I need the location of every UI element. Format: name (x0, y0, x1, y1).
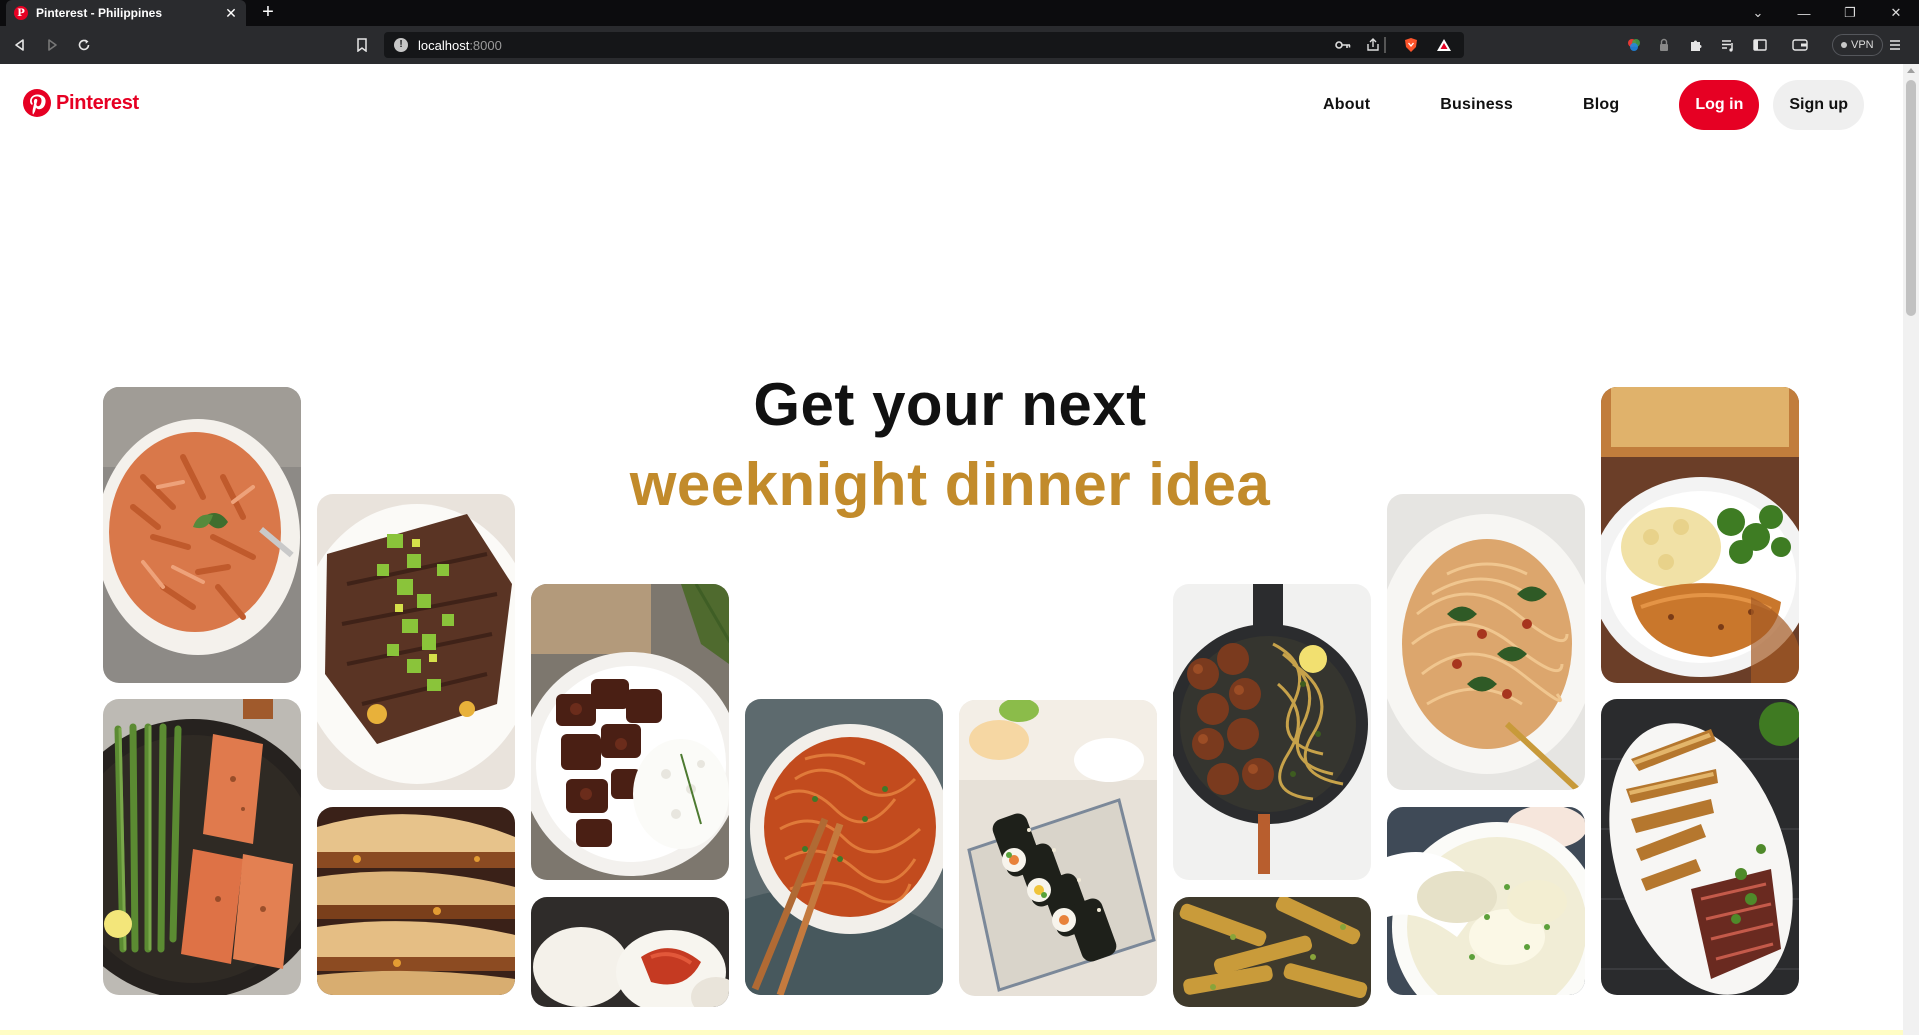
browser-tab[interactable]: P Pinterest - Philippines ✕ (6, 0, 246, 26)
pinterest-logo-icon (23, 89, 51, 117)
address-bar[interactable]: ! localhost:8000 (384, 32, 1464, 58)
color-extension-icon[interactable] (1622, 33, 1646, 57)
site-info-icon[interactable]: ! (394, 38, 408, 52)
zucchini-fries-pin[interactable] (1173, 897, 1371, 1007)
url-text: localhost:8000 (418, 38, 502, 53)
steak-avocado-salsa-pin[interactable] (317, 494, 515, 790)
tab-title: Pinterest - Philippines (36, 6, 163, 20)
forward-icon[interactable] (40, 33, 64, 57)
pinterest-logo[interactable]: Pinterest (22, 88, 139, 118)
penne-pasta-pin[interactable] (103, 387, 301, 683)
tab-search-chevron-icon[interactable]: ⌄ (1738, 0, 1778, 26)
wonton-soup-pin[interactable] (1387, 807, 1585, 995)
key-icon[interactable] (1334, 36, 1352, 54)
vpn-button[interactable]: VPN (1832, 34, 1883, 56)
signup-button[interactable]: Sign up (1773, 80, 1864, 130)
chicken-mash-pin[interactable] (1601, 387, 1799, 683)
close-tab-icon[interactable]: ✕ (224, 5, 238, 22)
browser-toolbar: ! localhost:8000 VPN (0, 26, 1919, 64)
extensions-puzzle-icon[interactable] (1684, 33, 1708, 57)
brave-rewards-icon[interactable] (1435, 36, 1453, 54)
omnibox-divider (1384, 37, 1386, 53)
steak-potato-wedges-pin[interactable] (1601, 699, 1799, 995)
browser-tab-strip: P Pinterest - Philippines ✕ + ⌄ — ❐ ✕ (0, 0, 1919, 26)
nav-blog-link[interactable]: Blog (1548, 96, 1654, 114)
lock-extension-icon[interactable] (1652, 33, 1676, 57)
spicy-noodles-pin[interactable] (745, 699, 943, 995)
sidebar-icon[interactable] (1748, 33, 1772, 57)
scroll-thumb[interactable] (1906, 80, 1916, 316)
bottom-banner-strip (0, 1030, 1903, 1035)
back-icon[interactable] (8, 33, 32, 57)
brave-shields-icon[interactable] (1402, 36, 1420, 54)
crunchwrap-pin[interactable] (317, 807, 515, 995)
media-queue-icon[interactable] (1716, 33, 1740, 57)
menu-icon[interactable] (1883, 33, 1907, 57)
restore-button[interactable]: ❐ (1830, 0, 1870, 26)
top-nav: About Business Blog Log in Sign up (1288, 80, 1864, 130)
vpn-status-dot (1841, 42, 1847, 48)
pinterest-favicon-icon: P (14, 6, 28, 20)
nav-about-link[interactable]: About (1288, 96, 1405, 114)
bookmark-icon[interactable] (350, 33, 374, 57)
creamy-spaghetti-pin[interactable] (1387, 494, 1585, 790)
nav-business-link[interactable]: Business (1405, 96, 1548, 114)
close-window-button[interactable]: ✕ (1876, 0, 1916, 26)
minimize-button[interactable]: — (1784, 0, 1824, 26)
new-tab-button[interactable]: + (256, 1, 280, 23)
reload-icon[interactable] (72, 33, 96, 57)
meatballs-zoodles-pin[interactable] (1173, 584, 1371, 880)
scroll-up-arrow-icon[interactable] (1907, 68, 1915, 73)
steamed-bun-pin[interactable] (531, 897, 729, 1007)
beef-rice-bowl-pin[interactable] (531, 584, 729, 880)
logo-text: Pinterest (56, 91, 139, 114)
page-scrollbar[interactable] (1903, 64, 1919, 1035)
wallet-icon[interactable] (1788, 33, 1812, 57)
pinterest-page: Pinterest About Business Blog Log in Sig… (0, 64, 1919, 1035)
share-icon[interactable] (1364, 36, 1382, 54)
salmon-asparagus-pin[interactable] (103, 699, 301, 995)
kimbap-rolls-pin[interactable] (959, 700, 1157, 996)
login-button[interactable]: Log in (1679, 80, 1760, 130)
